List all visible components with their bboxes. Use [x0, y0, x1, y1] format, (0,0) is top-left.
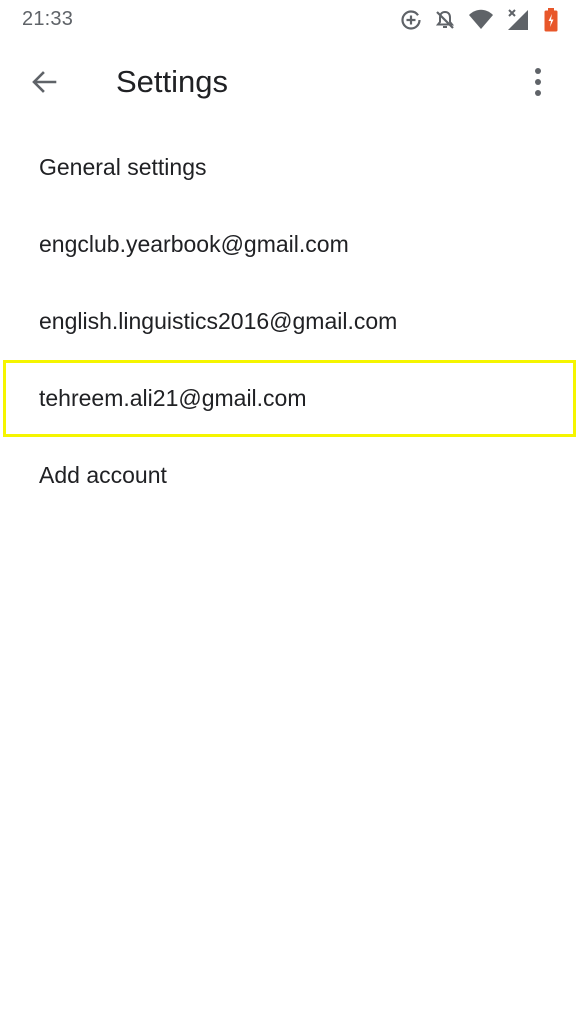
- status-time: 21:33: [22, 8, 74, 30]
- settings-item-label: english.linguistics2016@gmail.com: [39, 308, 398, 334]
- settings-item-label: tehreem.ali21@gmail.com: [39, 385, 307, 411]
- settings-item-account[interactable]: english.linguistics2016@gmail.com: [0, 283, 576, 360]
- more-vert-icon: [533, 67, 543, 102]
- settings-item-add-account[interactable]: Add account: [0, 437, 576, 514]
- settings-item-label: General settings: [39, 154, 207, 180]
- overflow-menu-button[interactable]: [516, 62, 560, 106]
- status-bar: 21:33: [0, 0, 576, 40]
- settings-item-account-highlighted[interactable]: tehreem.ali21@gmail.com: [3, 360, 576, 437]
- settings-item-label: Add account: [39, 462, 167, 488]
- page-title: Settings: [116, 64, 229, 99]
- battery-icon: [544, 8, 558, 32]
- wifi-icon: [468, 9, 494, 31]
- settings-item-general[interactable]: General settings: [0, 129, 576, 206]
- arrow-back-icon: [30, 68, 58, 101]
- cellular-signal-icon: [506, 8, 532, 32]
- settings-item-account[interactable]: engclub.yearbook@gmail.com: [0, 206, 576, 283]
- data-saver-icon: [400, 9, 422, 31]
- settings-list: General settings engclub.yearbook@gmail.…: [0, 129, 576, 514]
- settings-item-label: engclub.yearbook@gmail.com: [39, 231, 349, 257]
- app-bar: Settings: [0, 40, 576, 128]
- notifications-off-icon: [434, 9, 456, 31]
- status-icons: [400, 6, 558, 34]
- back-button[interactable]: [20, 62, 68, 106]
